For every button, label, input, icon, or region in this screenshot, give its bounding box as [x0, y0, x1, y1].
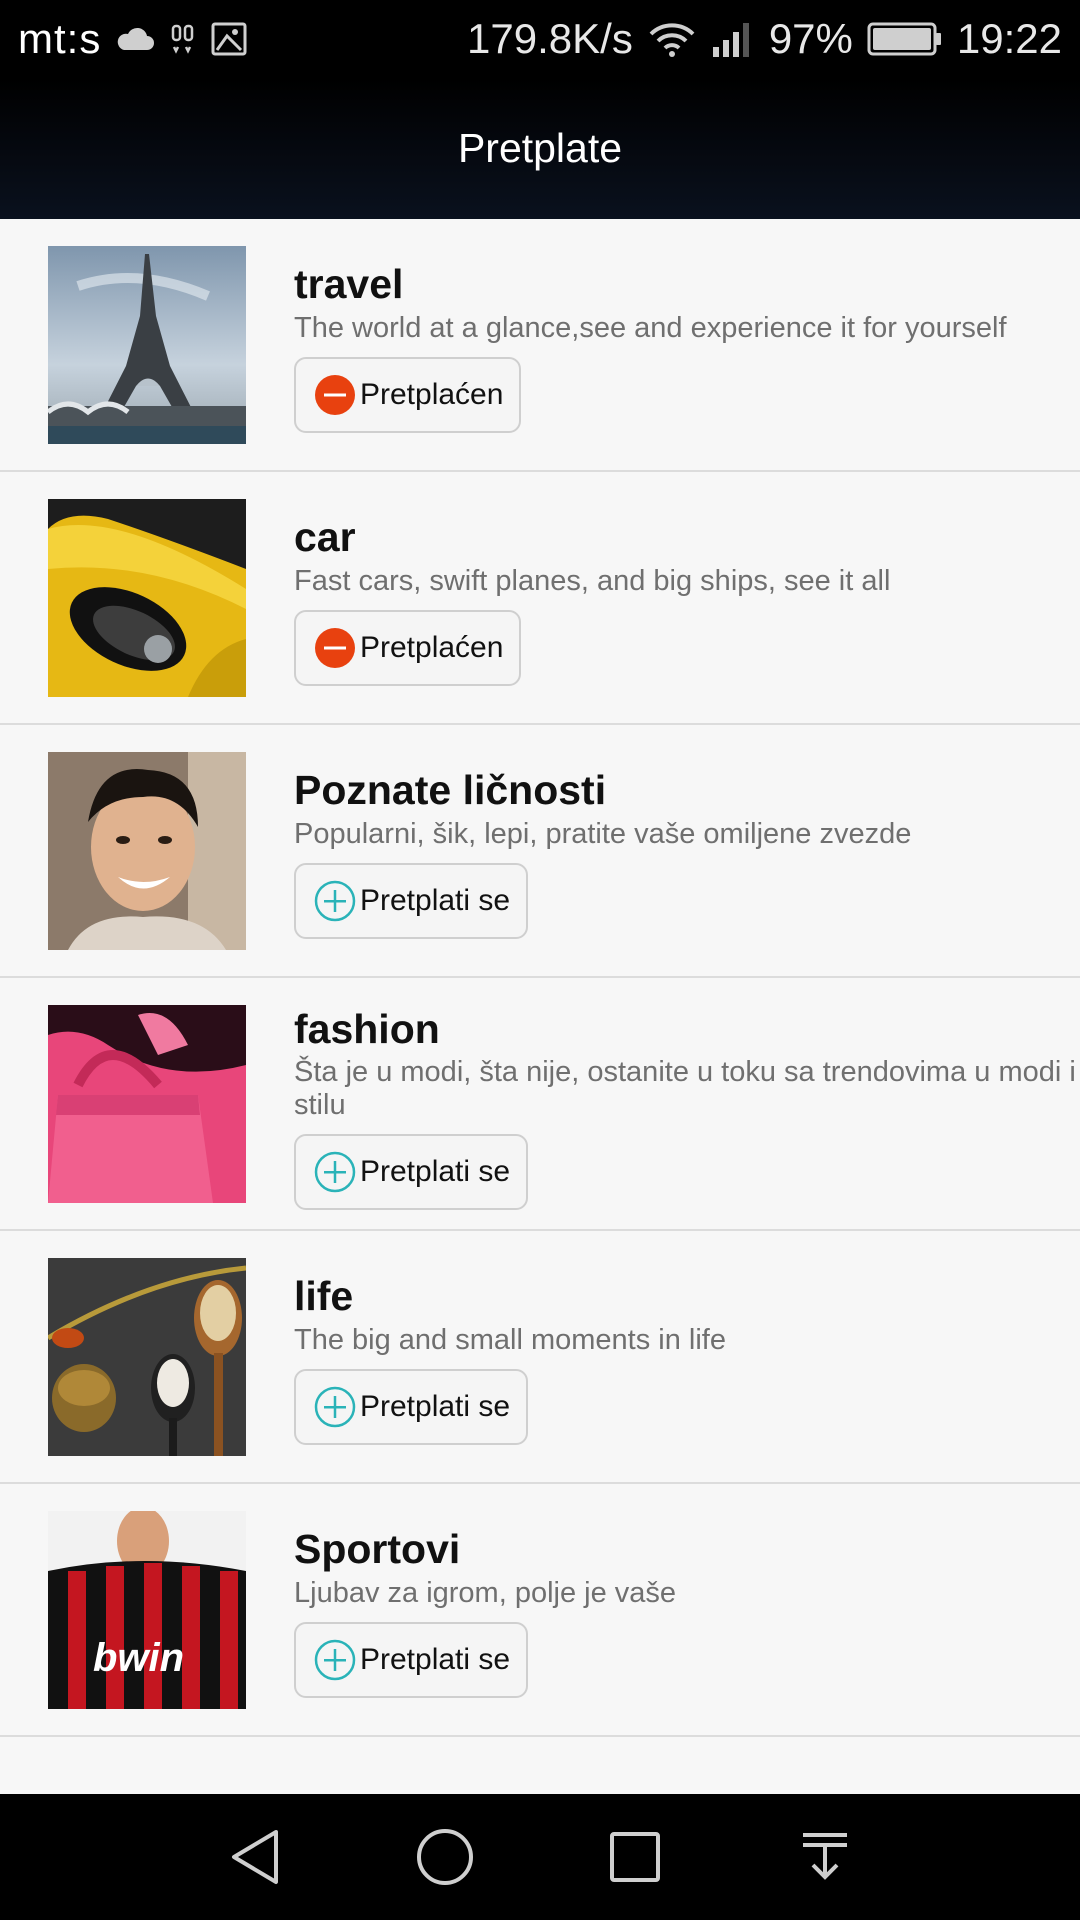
- home-icon[interactable]: [410, 1822, 480, 1892]
- page-title: Pretplate: [457, 125, 623, 171]
- notification-pull-icon[interactable]: [790, 1822, 860, 1892]
- cloud-icon: [115, 26, 155, 52]
- battery-percent: 97%: [768, 15, 853, 62]
- button-label: Pretplati se: [360, 1155, 511, 1188]
- status-bar: mt:s 179.8K/s 97% 19:22: [0, 0, 1080, 78]
- button-label: Pretplati se: [360, 1643, 511, 1676]
- item-texts: car Fast cars, swift planes, and big shi…: [294, 512, 1080, 686]
- navigation-bar: [0, 1794, 1080, 1920]
- unsubscribe-button[interactable]: Pretplaćen: [294, 610, 522, 686]
- network-speed: 179.8K/s: [467, 15, 633, 62]
- item-description: Popularni, šik, lepi, pratite vaše omilj…: [294, 818, 912, 850]
- subscription-list: travel The world at a glance,see and exp…: [0, 219, 1080, 1737]
- eiffel-tower-image: [48, 246, 246, 444]
- item-description: The big and small moments in life: [294, 1324, 726, 1356]
- button-label: Pretplati se: [360, 884, 511, 917]
- signal-icon: [711, 21, 755, 57]
- item-title: fashion: [294, 1006, 440, 1052]
- subscribe-button[interactable]: Pretplati se: [294, 1134, 529, 1210]
- subscribe-button[interactable]: Pretplati se: [294, 863, 529, 939]
- unsubscribe-button[interactable]: Pretplaćen: [294, 357, 522, 433]
- list-item[interactable]: travel The world at a glance,see and exp…: [0, 219, 1080, 472]
- item-texts: travel The world at a glance,see and exp…: [294, 259, 1080, 433]
- item-description: The world at a glance,see and experience…: [294, 312, 1007, 344]
- item-title: Sportovi: [294, 1526, 461, 1572]
- item-title: car: [294, 514, 356, 560]
- button-label: Pretplati se: [360, 1390, 511, 1423]
- list-item[interactable]: Poznate ličnosti Popularni, šik, lepi, p…: [0, 725, 1080, 978]
- vibrate-icon: [169, 23, 197, 55]
- list-item[interactable]: car Fast cars, swift planes, and big shi…: [0, 472, 1080, 725]
- smiling-man-image: [48, 752, 246, 950]
- pink-handbag-image: [48, 1005, 246, 1203]
- minus-circle-icon: [314, 627, 356, 669]
- clock: 19:22: [956, 15, 1062, 62]
- item-texts: Poznate ličnosti Popularni, šik, lepi, p…: [294, 765, 1080, 939]
- recents-icon[interactable]: [600, 1822, 670, 1892]
- spices-spoons-image: [48, 1258, 246, 1456]
- image-icon: [211, 22, 247, 56]
- item-description: Šta je u modi, šta nije, ostanite u toku…: [294, 1056, 1076, 1121]
- plus-circle-icon: [314, 1151, 356, 1193]
- plus-circle-icon: [314, 1386, 356, 1428]
- back-icon[interactable]: [220, 1822, 290, 1892]
- button-label: Pretplaćen: [360, 378, 504, 411]
- plus-circle-icon: [314, 880, 356, 922]
- status-bar-left: mt:s: [18, 15, 247, 63]
- battery-icon: [867, 22, 943, 56]
- list-item[interactable]: bwin Sportovi Ljubav za igrom, polje je …: [0, 1484, 1080, 1737]
- subscribe-button[interactable]: Pretplati se: [294, 1622, 529, 1698]
- item-title: travel: [294, 261, 404, 307]
- svg-text:bwin: bwin: [93, 1636, 184, 1680]
- yellow-car-image: [48, 499, 246, 697]
- item-title: Poznate ličnosti: [294, 767, 607, 813]
- plus-circle-icon: [314, 1639, 356, 1681]
- button-label: Pretplaćen: [360, 631, 504, 664]
- status-bar-right: 179.8K/s 97% 19:22: [467, 15, 1062, 63]
- item-texts: life The big and small moments in life P…: [294, 1271, 1080, 1445]
- subscribe-button[interactable]: Pretplati se: [294, 1369, 529, 1445]
- item-texts: Sportovi Ljubav za igrom, polje je vaše …: [294, 1524, 1080, 1698]
- list-item[interactable]: fashion Šta je u modi, šta nije, ostanit…: [0, 978, 1080, 1231]
- carrier-label: mt:s: [18, 15, 102, 62]
- football-jersey-image: bwin: [48, 1511, 246, 1709]
- header: Pretplate: [0, 78, 1080, 219]
- item-description: Fast cars, swift planes, and big ships, …: [294, 565, 891, 597]
- item-title: life: [294, 1273, 354, 1319]
- list-item[interactable]: life The big and small moments in life P…: [0, 1231, 1080, 1484]
- item-description: Ljubav za igrom, polje je vaše: [294, 1577, 677, 1609]
- wifi-icon: [647, 20, 697, 58]
- minus-circle-icon: [314, 374, 356, 416]
- item-texts: fashion Šta je u modi, šta nije, ostanit…: [294, 1004, 1080, 1210]
